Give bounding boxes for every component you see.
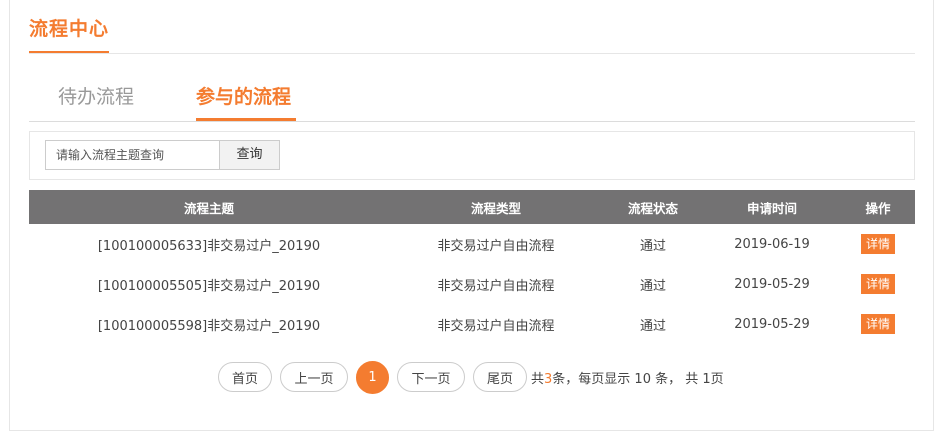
cell-action: 详情: [841, 224, 915, 264]
cell-action: 详情: [841, 304, 915, 344]
header-divider: [29, 53, 915, 54]
detail-button[interactable]: 详情: [860, 274, 895, 294]
tab-participated[interactable]: 参与的流程: [196, 82, 291, 109]
prev-page-button[interactable]: 上一页: [280, 362, 348, 392]
cell-date: 2019-05-29: [734, 316, 810, 332]
next-page-button[interactable]: 下一页: [397, 362, 465, 392]
pagination-summary: 共3条，每页显示 10 条， 共 1页: [531, 368, 724, 387]
cell-subject: [100100005598]非交易过户_20190: [97, 318, 321, 334]
cell-subject: [100100005633]非交易过户_20190: [97, 238, 321, 254]
cell-type: 非交易过户自由流程: [437, 238, 555, 254]
col-subject: 流程主题: [183, 200, 234, 216]
cell-status: 通过: [639, 318, 666, 334]
col-type: 流程类型: [470, 200, 521, 216]
detail-button[interactable]: 详情: [860, 314, 895, 334]
cell-type: 非交易过户自由流程: [437, 278, 555, 294]
page-title: 流程中心: [29, 18, 110, 40]
last-page-button[interactable]: 尾页: [473, 362, 527, 392]
search-input[interactable]: [45, 140, 220, 170]
table-row: [100100005633]非交易过户_20190 非交易过户自由流程 通过 2…: [29, 224, 915, 264]
cell-status: 通过: [639, 238, 666, 254]
table-row: [100100005598]非交易过户_20190 非交易过户自由流程 通过 2…: [29, 304, 915, 344]
cell-date: 2019-05-29: [734, 276, 810, 292]
col-date: 申请时间: [746, 200, 797, 216]
cell-subject: [100100005505]非交易过户_20190: [97, 278, 321, 294]
table-header-row: 流程主题 流程类型 流程状态 申请时间 操作: [29, 190, 915, 224]
process-table: 流程主题 流程类型 流程状态 申请时间 操作 [100100005633]非交易…: [29, 190, 915, 344]
detail-button[interactable]: 详情: [860, 234, 895, 254]
col-action: 操作: [865, 200, 891, 216]
cell-action: 详情: [841, 264, 915, 304]
cell-type: 非交易过户自由流程: [437, 318, 555, 334]
table-row: [100100005505]非交易过户_20190 非交易过户自由流程 通过 2…: [29, 264, 915, 304]
summary-prefix: 共: [531, 371, 545, 387]
tab-pending[interactable]: 待办流程: [58, 82, 134, 109]
page-1-button[interactable]: 1: [356, 360, 389, 394]
search-button[interactable]: 查询: [220, 140, 280, 170]
pagination: 首页 上一页 1 下一页 尾页 共3条，每页显示 10 条， 共 1页: [218, 360, 724, 394]
cell-date: 2019-06-19: [734, 236, 810, 252]
col-status: 流程状态: [627, 200, 678, 216]
cell-status: 通过: [639, 278, 666, 294]
first-page-button[interactable]: 首页: [218, 362, 272, 392]
summary-suffix: 条，每页显示 10 条， 共 1页: [552, 371, 724, 387]
tab-divider: [29, 121, 915, 122]
